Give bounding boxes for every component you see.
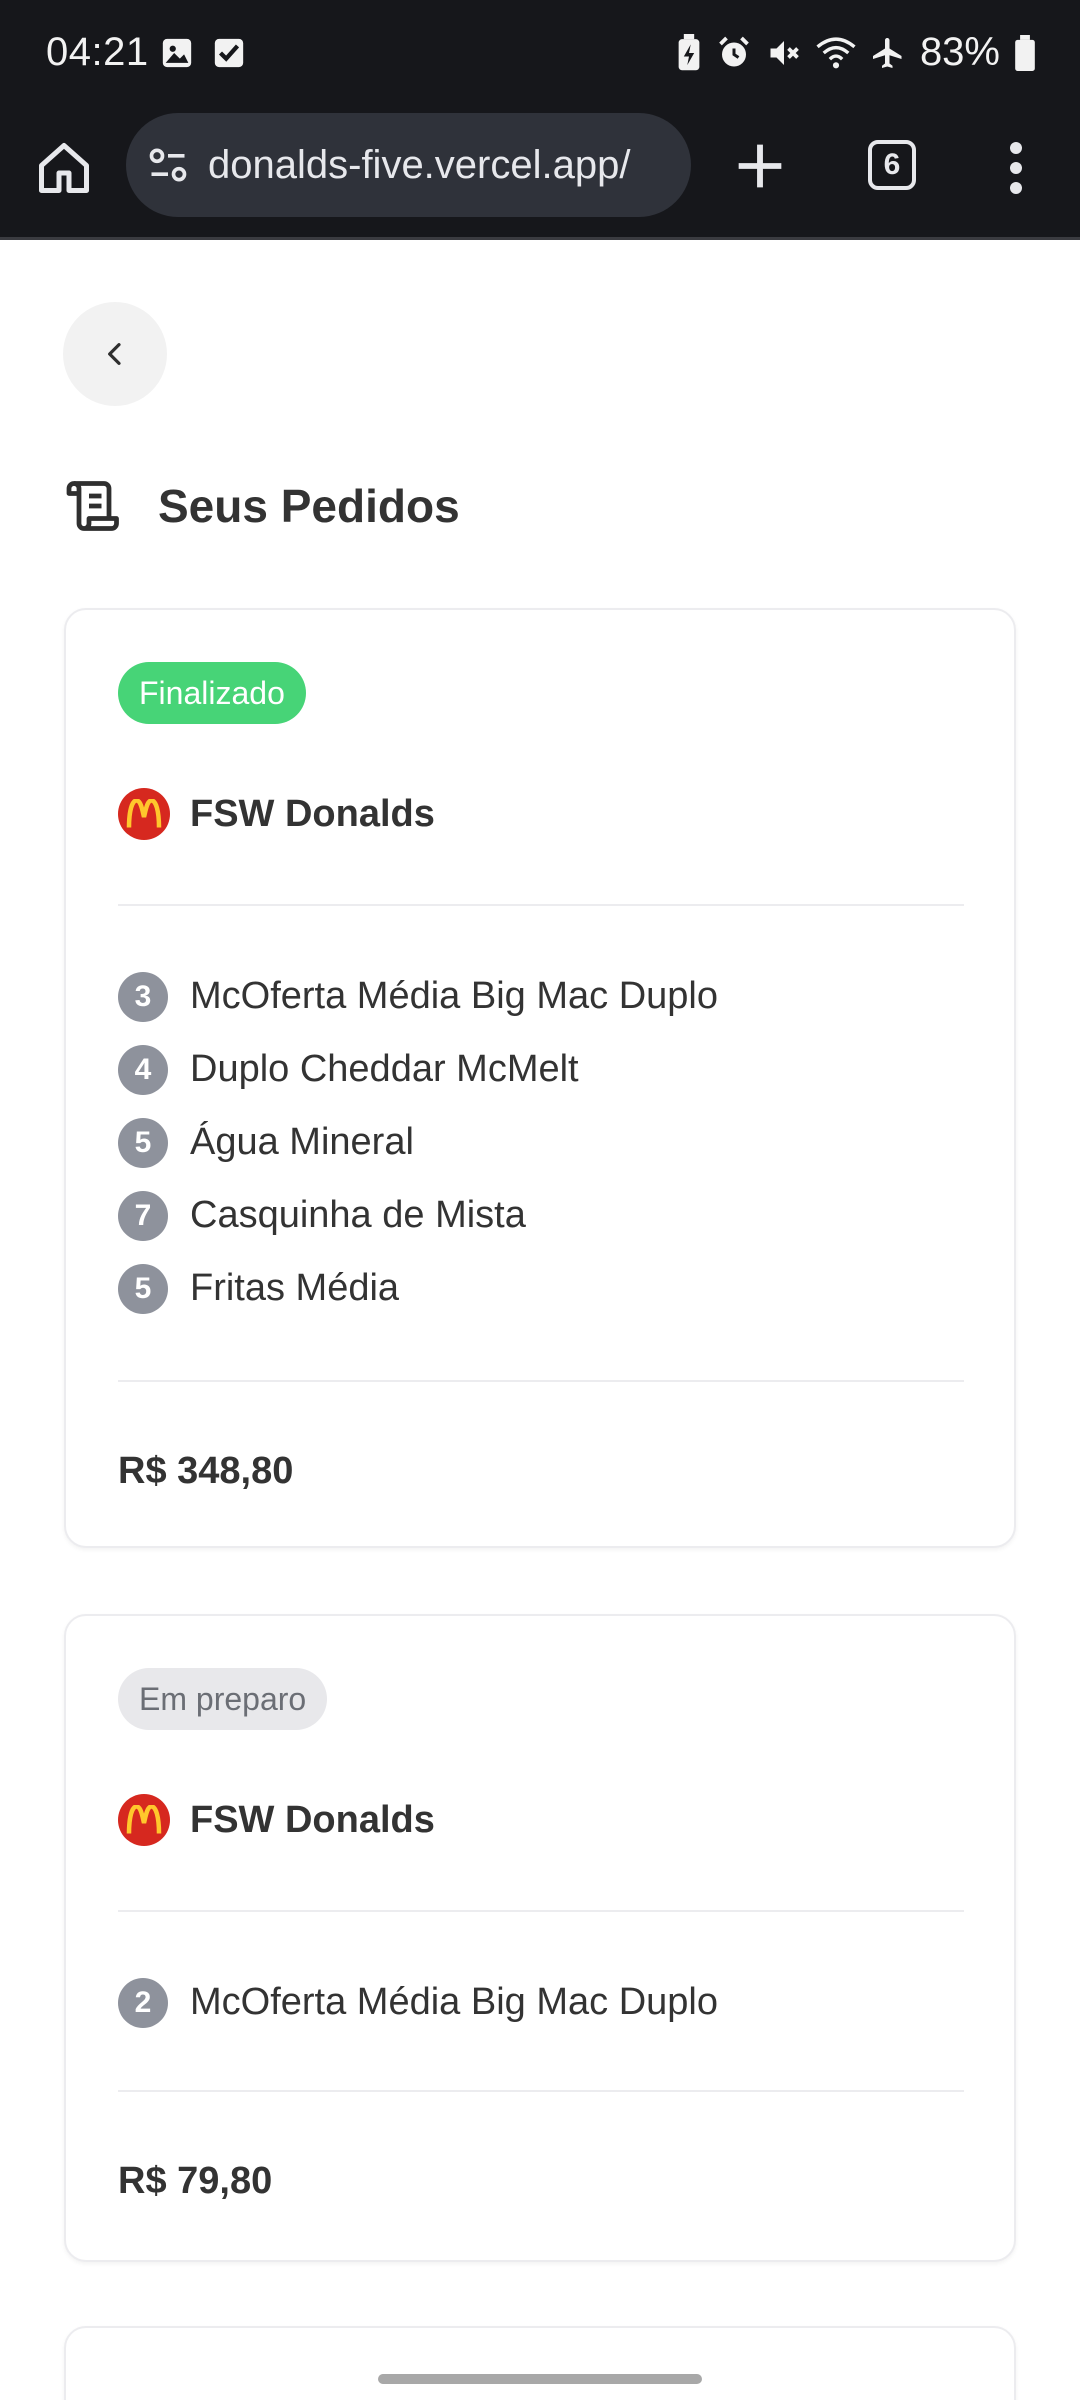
order-item: 4 Duplo Cheddar McMelt <box>118 1033 718 1106</box>
order-item: 3 McOferta Média Big Mac Duplo <box>118 960 718 1033</box>
address-bar[interactable]: donalds-five.vercel.app/ <box>126 113 691 217</box>
divider <box>118 1910 964 1912</box>
airplane-icon <box>870 35 906 71</box>
home-indicator[interactable] <box>378 2374 702 2384</box>
alarm-icon <box>716 35 752 71</box>
home-button[interactable] <box>34 138 94 198</box>
order-card: Finalizado FSW Donalds 3 McOferta Média … <box>64 608 1016 1548</box>
scroll-text-icon <box>64 476 124 536</box>
home-icon <box>39 143 89 193</box>
quantity-badge: 5 <box>118 1263 168 1314</box>
battery-saver-icon <box>676 33 702 72</box>
divider <box>118 1380 964 1382</box>
page-title: Seus Pedidos <box>158 480 460 532</box>
order-item: 2 McOferta Média Big Mac Duplo <box>118 1966 718 2039</box>
restaurant-name: FSW Donalds <box>190 792 435 835</box>
quantity-badge: 7 <box>118 1190 168 1241</box>
order-item: 7 Casquinha de Mista <box>118 1179 718 1252</box>
order-items: 3 McOferta Média Big Mac Duplo 4 Duplo C… <box>118 960 718 1325</box>
divider <box>118 2090 964 2092</box>
order-total: R$ 79,80 <box>118 2160 273 2202</box>
order-items: 2 McOferta Média Big Mac Duplo <box>118 1966 718 2039</box>
item-name: Casquinha de Mista <box>190 1194 526 1236</box>
image-icon <box>160 36 194 70</box>
browser-toolbar: donalds-five.vercel.app/ 6 <box>0 110 1080 240</box>
order-item: 5 Fritas Média <box>118 1252 718 1325</box>
order-total: R$ 348,80 <box>118 1450 294 1492</box>
site-settings-icon[interactable] <box>146 143 190 187</box>
order-card <box>64 2326 1016 2400</box>
divider <box>118 904 964 906</box>
item-name: McOferta Média Big Mac Duplo <box>190 975 718 1017</box>
menu-button[interactable] <box>1000 138 1032 198</box>
restaurant-info: FSW Donalds <box>118 788 435 840</box>
quantity-badge: 2 <box>118 1977 168 2028</box>
order-item: 5 Água Mineral <box>118 1106 718 1179</box>
status-badge: Finalizado <box>118 662 306 724</box>
new-tab-button[interactable] <box>728 134 792 198</box>
item-name: Água Mineral <box>190 1121 414 1163</box>
more-vert-icon <box>1010 142 1022 194</box>
status-time: 04:21 <box>46 30 149 74</box>
restaurant-logo <box>118 788 170 840</box>
item-name: Fritas Média <box>190 1267 400 1309</box>
restaurant-logo <box>118 1794 170 1846</box>
item-name: McOferta Média Big Mac Duplo <box>190 1981 718 2023</box>
quantity-badge: 4 <box>118 1044 168 1095</box>
url-text: donalds-five.vercel.app/ <box>208 142 631 187</box>
item-name: Duplo Cheddar McMelt <box>190 1048 579 1090</box>
quantity-badge: 5 <box>118 1117 168 1168</box>
restaurant-info: FSW Donalds <box>118 1794 435 1846</box>
quantity-badge: 3 <box>118 971 168 1022</box>
back-button[interactable] <box>63 302 167 406</box>
tab-switcher-button[interactable]: 6 <box>868 140 916 190</box>
mute-icon <box>766 35 802 71</box>
status-badge: Em preparo <box>118 1668 328 1730</box>
restaurant-name: FSW Donalds <box>190 1798 435 1841</box>
checkbox-icon <box>212 36 246 70</box>
battery-percent: 83% <box>919 30 1000 74</box>
status-bar: 04:21 83% <box>0 0 1080 110</box>
battery-icon <box>1014 34 1036 71</box>
wifi-icon <box>816 35 856 71</box>
page-header: Seus Pedidos <box>64 476 460 536</box>
order-card: Em preparo FSW Donalds 2 McOferta Média … <box>64 1614 1016 2262</box>
plus-icon <box>738 144 782 188</box>
chevron-left-icon <box>108 343 121 365</box>
